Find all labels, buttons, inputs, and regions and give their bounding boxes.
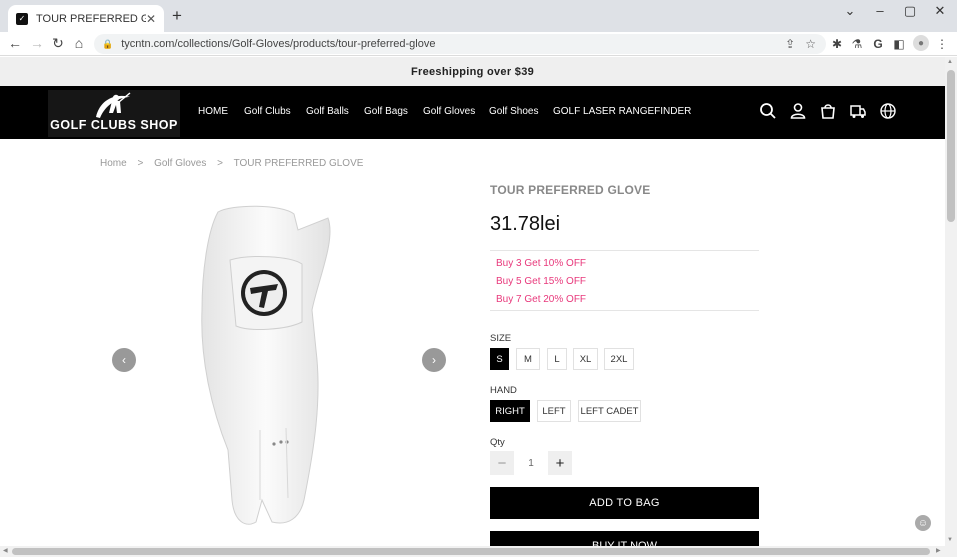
url-text: tycntn.com/collections/Golf-Gloves/produ… — [121, 38, 436, 50]
hand-option-left[interactable]: LEFT — [537, 400, 571, 422]
tab-title: TOUR PREFERRED GLOVE — [36, 12, 146, 25]
account-icon[interactable] — [789, 102, 807, 120]
search-icon[interactable] — [759, 102, 777, 120]
promo-box: Buy 3 Get 10% OFF Buy 5 Get 15% OFF Buy … — [490, 250, 759, 311]
gallery-next-button[interactable]: › — [422, 348, 446, 372]
hscrollbar-thumb[interactable] — [12, 548, 930, 555]
announcement-text: Freeshipping over $39 — [410, 65, 535, 78]
promo-line: Buy 3 Get 10% OFF — [496, 258, 587, 269]
shipping-icon[interactable] — [849, 102, 867, 120]
size-option-l[interactable]: L — [547, 348, 567, 370]
favicon-icon: ✓ — [16, 12, 28, 25]
qty-increase-button[interactable]: + — [548, 451, 572, 475]
gallery-prev-button[interactable]: ‹ — [112, 348, 136, 372]
extensions-icon[interactable]: ✱ — [828, 36, 846, 52]
horizontal-scrollbar[interactable]: ◀ ▶ — [0, 546, 957, 557]
vertical-scrollbar[interactable]: ▲ ▼ — [945, 57, 957, 546]
size-label: SIZE — [490, 333, 512, 344]
nav-golf-shoes[interactable]: Golf Shoes — [489, 106, 538, 117]
tab-search-icon[interactable]: ⌄ — [836, 3, 864, 19]
hand-label: HAND — [490, 385, 517, 396]
promo-line: Buy 5 Get 15% OFF — [496, 276, 587, 287]
golfer-logo-icon — [96, 92, 131, 118]
hand-option-left-cadet[interactable]: LEFT CADET — [578, 400, 641, 422]
breadcrumb: Home > Golf Gloves > TOUR PREFERRED GLOV… — [100, 158, 371, 169]
browser-tab[interactable]: ✓ TOUR PREFERRED GLOVE ✕ — [8, 5, 164, 32]
size-option-m[interactable]: M — [516, 348, 540, 370]
promo-line: Buy 7 Get 20% OFF — [496, 294, 587, 305]
maximize-icon[interactable]: ▢ — [896, 3, 924, 19]
browser-tab-bar: ✓ TOUR PREFERRED GLOVE ✕ + ⌄ – ▢ ✕ — [0, 0, 957, 32]
google-icon[interactable]: G — [869, 36, 887, 52]
product-image — [201, 205, 331, 525]
side-panel-icon[interactable]: ◧ — [890, 36, 908, 52]
qty-label: Qty — [490, 437, 505, 448]
qty-input[interactable]: 1 — [514, 451, 548, 475]
profile-avatar-icon[interactable]: ● — [913, 35, 929, 51]
breadcrumb-home[interactable]: Home — [100, 158, 127, 169]
breadcrumb-golf-gloves[interactable]: Golf Gloves — [154, 158, 206, 169]
nav-golf-balls[interactable]: Golf Balls — [306, 106, 349, 117]
close-tab-icon[interactable]: ✕ — [146, 12, 156, 26]
lab-icon[interactable]: ⚗ — [848, 36, 866, 52]
nav-golf-clubs[interactable]: Golf Clubs — [244, 106, 291, 117]
forward-icon[interactable]: → — [28, 35, 46, 51]
scrollbar-thumb[interactable] — [947, 70, 955, 222]
buy-now-button[interactable]: BUY IT NOW — [490, 531, 759, 546]
announcement-bar: Freeshipping over $39 — [0, 57, 945, 86]
address-bar[interactable]: 🔒 tycntn.com/collections/Golf-Gloves/pro… — [94, 34, 826, 54]
product-price: 31.78lei — [490, 213, 561, 235]
minimize-icon[interactable]: – — [866, 3, 894, 18]
size-option-2xl[interactable]: 2XL — [604, 348, 634, 370]
bookmark-star-icon[interactable]: ☆ — [805, 37, 816, 51]
logo-text: GOLF CLUBS SHOP — [50, 118, 178, 132]
menu-dots-icon[interactable]: ⋮ — [933, 36, 951, 52]
nav-golf-gloves[interactable]: Golf Gloves — [423, 106, 475, 117]
lock-icon: 🔒 — [102, 38, 114, 49]
scroll-left-icon[interactable]: ◀ — [3, 547, 8, 554]
home-icon[interactable]: ⌂ — [70, 35, 88, 51]
breadcrumb-separator: > — [137, 158, 144, 169]
add-to-bag-button[interactable]: ADD TO BAG — [490, 487, 759, 519]
nav-golf-bags[interactable]: Golf Bags — [364, 106, 408, 117]
scroll-up-icon[interactable]: ▲ — [947, 59, 953, 65]
support-chat-icon[interactable]: ☺ — [915, 515, 931, 531]
back-icon[interactable]: ← — [6, 35, 24, 51]
browser-toolbar: ← → ↻ ⌂ 🔒 tycntn.com/collections/Golf-Gl… — [0, 32, 957, 56]
size-option-xl[interactable]: XL — [573, 348, 598, 370]
scroll-down-icon[interactable]: ▼ — [947, 537, 953, 543]
share-icon[interactable]: ⇪ — [785, 37, 795, 51]
qty-decrease-button[interactable]: − — [490, 451, 514, 475]
new-tab-icon[interactable]: + — [172, 7, 182, 24]
nav-home[interactable]: HOME — [198, 106, 228, 117]
size-option-s[interactable]: S — [490, 348, 509, 370]
nav-golf-laser-rangefinder[interactable]: GOLF LASER RANGEFINDER — [553, 106, 691, 117]
globe-icon[interactable] — [879, 102, 897, 120]
scroll-right-icon[interactable]: ▶ — [936, 547, 941, 554]
close-window-icon[interactable]: ✕ — [926, 3, 954, 19]
product-title: TOUR PREFERRED GLOVE — [490, 183, 651, 197]
cart-icon[interactable] — [819, 102, 837, 120]
reload-icon[interactable]: ↻ — [49, 35, 67, 51]
hand-option-right[interactable]: RIGHT — [490, 400, 530, 422]
breadcrumb-separator: > — [217, 158, 223, 169]
breadcrumb-current: TOUR PREFERRED GLOVE — [233, 158, 364, 169]
site-logo[interactable]: GOLF CLUBS SHOP — [48, 90, 180, 137]
